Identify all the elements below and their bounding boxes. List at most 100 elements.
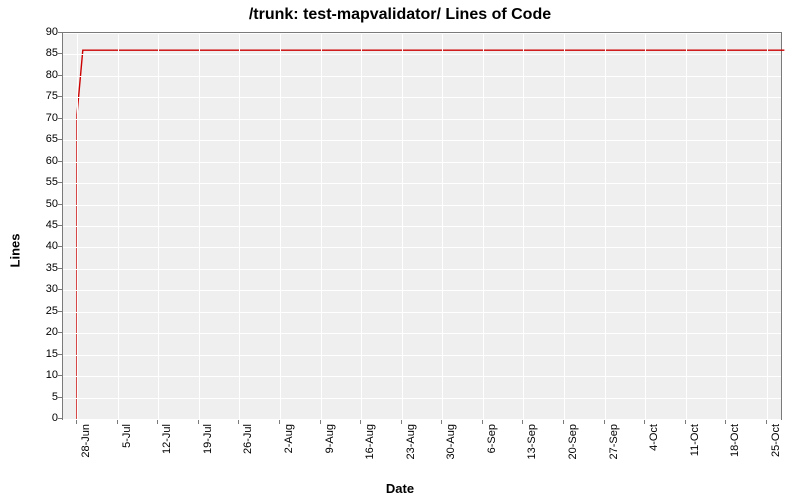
y-tick-label: 20 bbox=[28, 326, 58, 338]
x-tick-label: 12-Jul bbox=[161, 424, 173, 454]
y-tick-mark bbox=[58, 96, 62, 97]
x-axis-label: Date bbox=[0, 481, 800, 496]
x-tick-mark bbox=[157, 420, 158, 424]
y-tick-mark bbox=[58, 118, 62, 119]
hgrid-line bbox=[63, 205, 781, 206]
y-tick-mark bbox=[58, 268, 62, 269]
x-tick-label: 19-Jul bbox=[202, 424, 214, 454]
x-tick-mark bbox=[360, 420, 361, 424]
plot-area bbox=[62, 32, 782, 420]
x-tick-label: 4-Oct bbox=[648, 424, 660, 451]
vgrid-line bbox=[118, 33, 119, 419]
loc-chart: /trunk: test-mapvalidator/ Lines of Code… bbox=[0, 0, 800, 500]
x-tick-label: 23-Aug bbox=[405, 424, 417, 459]
y-tick-label: 15 bbox=[28, 348, 58, 360]
y-tick-label: 10 bbox=[28, 369, 58, 381]
x-tick-label: 27-Sep bbox=[608, 424, 620, 459]
x-tick-mark bbox=[117, 420, 118, 424]
hgrid-line bbox=[63, 162, 781, 163]
x-tick-mark bbox=[604, 420, 605, 424]
vgrid-line bbox=[767, 33, 768, 419]
y-axis-label: Lines bbox=[6, 0, 24, 500]
y-tick-label: 85 bbox=[28, 47, 58, 59]
y-tick-mark bbox=[58, 332, 62, 333]
x-tick-label: 30-Aug bbox=[445, 424, 457, 459]
x-tick-mark bbox=[279, 420, 280, 424]
vgrid-line bbox=[523, 33, 524, 419]
y-tick-label: 65 bbox=[28, 133, 58, 145]
x-tick-label: 2-Aug bbox=[283, 424, 295, 453]
vgrid-line bbox=[402, 33, 403, 419]
hgrid-line bbox=[63, 355, 781, 356]
x-tick-mark bbox=[766, 420, 767, 424]
y-tick-label: 70 bbox=[28, 112, 58, 124]
x-tick-label: 5-Jul bbox=[121, 424, 133, 448]
x-tick-mark bbox=[644, 420, 645, 424]
y-tick-label: 80 bbox=[28, 69, 58, 81]
y-tick-label: 60 bbox=[28, 155, 58, 167]
y-tick-mark bbox=[58, 161, 62, 162]
y-tick-label: 40 bbox=[28, 240, 58, 252]
x-tick-mark bbox=[441, 420, 442, 424]
y-tick-label: 50 bbox=[28, 198, 58, 210]
y-tick-label: 55 bbox=[28, 176, 58, 188]
vgrid-line bbox=[77, 33, 78, 419]
y-tick-mark bbox=[58, 311, 62, 312]
vgrid-line bbox=[442, 33, 443, 419]
x-tick-label: 20-Sep bbox=[567, 424, 579, 459]
vgrid-line bbox=[361, 33, 362, 419]
y-tick-mark bbox=[58, 289, 62, 290]
y-tick-mark bbox=[58, 225, 62, 226]
y-tick-mark bbox=[58, 182, 62, 183]
hgrid-line bbox=[63, 183, 781, 184]
x-tick-label: 13-Sep bbox=[526, 424, 538, 459]
hgrid-line bbox=[63, 290, 781, 291]
vgrid-line bbox=[564, 33, 565, 419]
y-tick-label: 5 bbox=[28, 391, 58, 403]
y-tick-mark bbox=[58, 354, 62, 355]
vgrid-line bbox=[605, 33, 606, 419]
y-tick-label: 35 bbox=[28, 262, 58, 274]
x-tick-mark bbox=[725, 420, 726, 424]
y-tick-label: 75 bbox=[28, 90, 58, 102]
x-tick-label: 11-Oct bbox=[689, 424, 701, 456]
hgrid-line bbox=[63, 97, 781, 98]
hgrid-line bbox=[63, 54, 781, 55]
x-tick-mark bbox=[685, 420, 686, 424]
vgrid-line bbox=[483, 33, 484, 419]
y-tick-mark bbox=[58, 375, 62, 376]
y-tick-mark bbox=[58, 53, 62, 54]
y-tick-label: 90 bbox=[28, 26, 58, 38]
hgrid-line bbox=[63, 33, 781, 34]
x-tick-mark bbox=[522, 420, 523, 424]
x-tick-mark bbox=[563, 420, 564, 424]
vgrid-line bbox=[321, 33, 322, 419]
y-tick-mark bbox=[58, 418, 62, 419]
vgrid-line bbox=[726, 33, 727, 419]
x-tick-mark bbox=[482, 420, 483, 424]
x-tick-label: 18-Oct bbox=[729, 424, 741, 457]
x-tick-mark bbox=[76, 420, 77, 424]
x-tick-label: 28-Jun bbox=[80, 424, 92, 458]
hgrid-line bbox=[63, 140, 781, 141]
vgrid-line bbox=[645, 33, 646, 419]
x-tick-label: 16-Aug bbox=[364, 424, 376, 459]
y-tick-label: 45 bbox=[28, 219, 58, 231]
y-tick-mark bbox=[58, 246, 62, 247]
vgrid-line bbox=[239, 33, 240, 419]
y-tick-mark bbox=[58, 397, 62, 398]
vgrid-line bbox=[199, 33, 200, 419]
hgrid-line bbox=[63, 247, 781, 248]
hgrid-line bbox=[63, 419, 781, 420]
y-tick-mark bbox=[58, 32, 62, 33]
y-tick-label: 30 bbox=[28, 283, 58, 295]
x-tick-label: 26-Jul bbox=[242, 424, 254, 454]
chart-title: /trunk: test-mapvalidator/ Lines of Code bbox=[0, 6, 800, 24]
hgrid-line bbox=[63, 76, 781, 77]
y-tick-mark bbox=[58, 139, 62, 140]
y-tick-label: 25 bbox=[28, 305, 58, 317]
y-tick-label: 0 bbox=[28, 412, 58, 424]
hgrid-line bbox=[63, 398, 781, 399]
hgrid-line bbox=[63, 333, 781, 334]
hgrid-line bbox=[63, 269, 781, 270]
